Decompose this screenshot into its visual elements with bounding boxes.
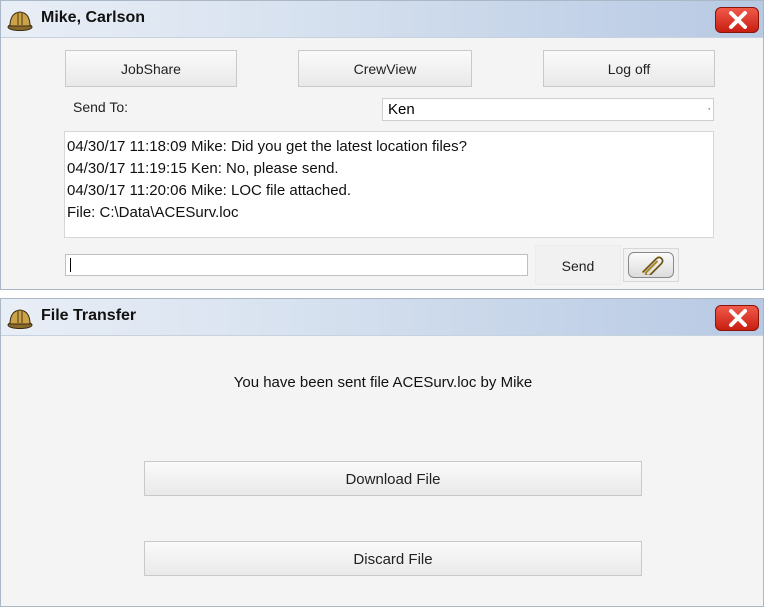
close-icon <box>729 11 747 29</box>
attach-button[interactable] <box>623 248 679 282</box>
paperclip-icon <box>642 256 664 275</box>
recipient-select[interactable]: Ken · <box>382 98 714 121</box>
send-button[interactable]: Send <box>535 245 621 285</box>
chat-titlebar: Mike, Carlson <box>1 1 763 38</box>
message-line: 04/30/17 11:19:15 Ken: No, please send. <box>67 160 339 177</box>
message-line: 04/30/17 11:20:06 Mike: LOC file attache… <box>67 182 352 199</box>
message-log[interactable]: 04/30/17 11:18:09 Mike: Did you get the … <box>64 131 714 238</box>
jobshare-button[interactable]: JobShare <box>65 50 237 87</box>
hard-hat-icon <box>7 9 33 31</box>
file-transfer-window: File Transfer You have been sent file AC… <box>0 298 764 607</box>
log-off-button[interactable]: Log off <box>543 50 715 87</box>
message-input[interactable] <box>65 254 528 276</box>
crewview-button[interactable]: CrewView <box>298 50 472 87</box>
hard-hat-icon <box>7 307 33 329</box>
send-to-label: Send To: <box>73 99 129 115</box>
recipient-value: Ken <box>388 101 415 118</box>
file-transfer-close-button[interactable] <box>715 305 759 331</box>
discard-file-button[interactable]: Discard File <box>144 541 642 576</box>
close-icon <box>729 309 747 327</box>
file-transfer-message: You have been sent file ACESurv.loc by M… <box>233 374 533 391</box>
text-cursor <box>70 258 71 272</box>
message-line: 04/30/17 11:18:09 Mike: Did you get the … <box>67 138 467 155</box>
chat-close-button[interactable] <box>715 7 759 33</box>
file-transfer-titlebar: File Transfer <box>1 299 763 336</box>
message-line: File: C:\Data\ACESurv.loc <box>67 204 239 221</box>
file-transfer-title: File Transfer <box>41 307 137 324</box>
attach-button-face <box>628 252 674 278</box>
download-file-button[interactable]: Download File <box>144 461 642 496</box>
chat-window-title: Mike, Carlson <box>41 9 146 26</box>
dropdown-caret-icon: · <box>707 103 711 115</box>
chat-window: Mike, Carlson JobShare CrewView Log off … <box>0 0 764 290</box>
